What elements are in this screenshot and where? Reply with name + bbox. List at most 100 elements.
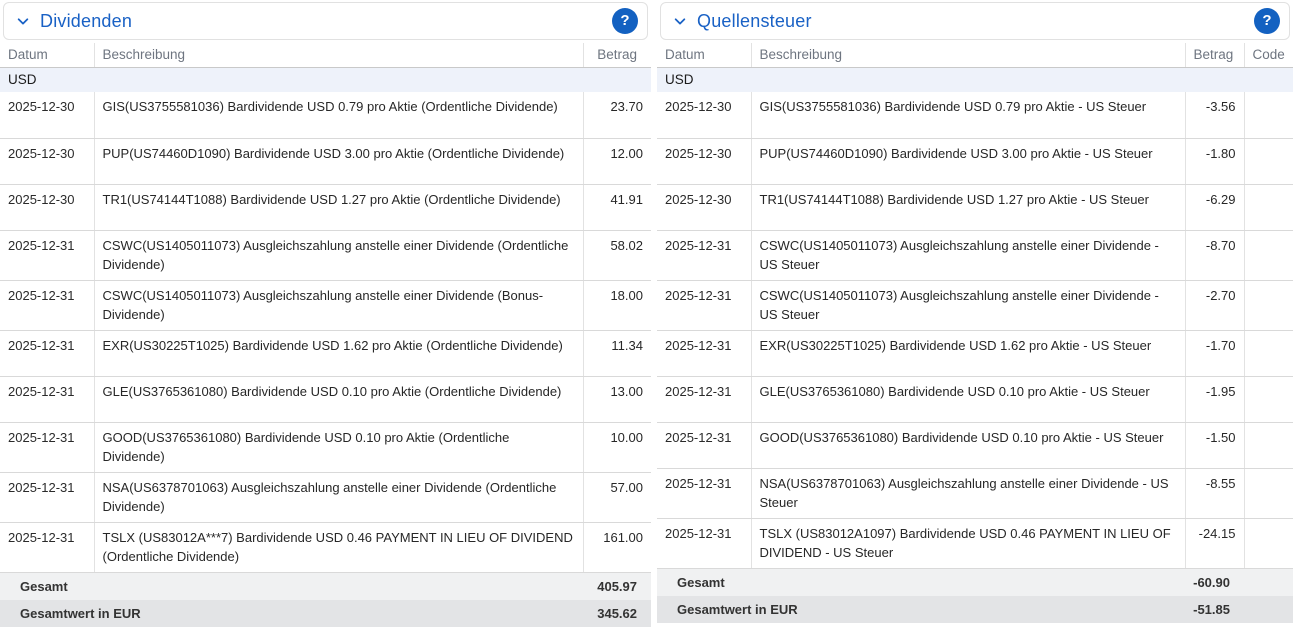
row-amount: -24.15 xyxy=(1185,518,1244,568)
column-header-datum: Datum xyxy=(0,43,94,68)
row-code xyxy=(1244,184,1293,230)
row-description: CSWC(US1405011073) Ausgleichszahlung ans… xyxy=(751,230,1185,280)
total-label: Gesamtwert in EUR xyxy=(0,600,583,627)
table-row: 2025-12-31CSWC(US1405011073) Ausgleichsz… xyxy=(0,280,651,330)
row-amount: 57.00 xyxy=(583,472,651,522)
row-date: 2025-12-31 xyxy=(0,280,94,330)
row-amount: -6.29 xyxy=(1185,184,1244,230)
column-header-beschreibung: Beschreibung xyxy=(751,43,1185,68)
row-date: 2025-12-31 xyxy=(657,518,751,568)
table-row: 2025-12-31GOOD(US3765361080) Bardividend… xyxy=(0,422,651,472)
currency-group-row: USD xyxy=(657,68,1293,93)
help-icon[interactable]: ? xyxy=(612,8,638,34)
row-description: CSWC(US1405011073) Ausgleichszahlung ans… xyxy=(94,230,583,280)
table-row: 2025-12-31TSLX (US83012A***7) Bardividen… xyxy=(0,522,651,572)
table-row: 2025-12-31GLE(US3765361080) Bardividende… xyxy=(0,376,651,422)
row-date: 2025-12-31 xyxy=(657,422,751,468)
withholding-tax-table-header: DatumBeschreibungBetragCode xyxy=(657,43,1293,68)
column-header-datum: Datum xyxy=(657,43,751,68)
row-date: 2025-12-30 xyxy=(0,138,94,184)
row-description: GLE(US3765361080) Bardividende USD 0.10 … xyxy=(94,376,583,422)
row-amount: -1.80 xyxy=(1185,138,1244,184)
table-row: 2025-12-31GLE(US3765361080) Bardividende… xyxy=(657,376,1293,422)
row-date: 2025-12-31 xyxy=(0,230,94,280)
grand-total-row: Gesamtwert in EUR-51.85 xyxy=(657,596,1293,623)
row-amount: 12.00 xyxy=(583,138,651,184)
row-description: CSWC(US1405011073) Ausgleichszahlung ans… xyxy=(751,280,1185,330)
row-code xyxy=(1244,280,1293,330)
help-icon[interactable]: ? xyxy=(1254,8,1280,34)
row-code xyxy=(1244,138,1293,184)
table-row: 2025-12-31CSWC(US1405011073) Ausgleichsz… xyxy=(657,280,1293,330)
row-amount: -1.95 xyxy=(1185,376,1244,422)
table-row: 2025-12-30TR1(US74144T1088) Bardividende… xyxy=(657,184,1293,230)
grand-total-row: Gesamtwert in EUR345.62 xyxy=(0,600,651,627)
total-code-empty xyxy=(1244,568,1293,596)
withholding-tax-panel: Quellensteuer ? DatumBeschreibungBetragC… xyxy=(657,0,1293,627)
row-description: CSWC(US1405011073) Ausgleichszahlung ans… xyxy=(94,280,583,330)
row-amount: -8.55 xyxy=(1185,468,1244,518)
table-row: 2025-12-31GOOD(US3765361080) Bardividend… xyxy=(657,422,1293,468)
row-date: 2025-12-31 xyxy=(657,376,751,422)
total-code-empty xyxy=(1244,596,1293,623)
row-amount: 18.00 xyxy=(583,280,651,330)
total-label: Gesamt xyxy=(657,568,1185,596)
row-date: 2025-12-31 xyxy=(0,330,94,376)
row-date: 2025-12-30 xyxy=(657,138,751,184)
row-code xyxy=(1244,230,1293,280)
currency-group-label: USD xyxy=(0,68,651,93)
row-description: GIS(US3755581036) Bardividende USD 0.79 … xyxy=(94,92,583,138)
column-header-code: Code xyxy=(1244,43,1293,68)
row-code xyxy=(1244,468,1293,518)
row-amount: -8.70 xyxy=(1185,230,1244,280)
table-row: 2025-12-31CSWC(US1405011073) Ausgleichsz… xyxy=(657,230,1293,280)
table-row: 2025-12-30TR1(US74144T1088) Bardividende… xyxy=(0,184,651,230)
row-date: 2025-12-31 xyxy=(657,230,751,280)
row-description: GIS(US3755581036) Bardividende USD 0.79 … xyxy=(751,92,1185,138)
row-amount: 10.00 xyxy=(583,422,651,472)
row-date: 2025-12-31 xyxy=(0,376,94,422)
row-description: NSA(US6378701063) Ausgleichszahlung anst… xyxy=(751,468,1185,518)
dividends-table-header: DatumBeschreibungBetrag xyxy=(0,43,651,68)
row-date: 2025-12-30 xyxy=(0,184,94,230)
total-amount: -51.85 xyxy=(1185,596,1244,623)
table-row: 2025-12-30PUP(US74460D1090) Bardividende… xyxy=(0,138,651,184)
table-row: 2025-12-31EXR(US30225T1025) Bardividende… xyxy=(0,330,651,376)
row-amount: -1.70 xyxy=(1185,330,1244,376)
table-row: 2025-12-31TSLX (US83012A1097) Bardividen… xyxy=(657,518,1293,568)
chevron-down-icon xyxy=(672,13,688,29)
row-date: 2025-12-31 xyxy=(0,472,94,522)
total-label: Gesamt xyxy=(0,572,583,600)
withholding-tax-section-header[interactable]: Quellensteuer ? xyxy=(660,2,1290,40)
column-header-beschreibung: Beschreibung xyxy=(94,43,583,68)
statement-page: Dividenden ? DatumBeschreibungBetrag USD… xyxy=(0,0,1293,627)
row-code xyxy=(1244,518,1293,568)
table-row: 2025-12-30GIS(US3755581036) Bardividende… xyxy=(0,92,651,138)
currency-group-label: USD xyxy=(657,68,1293,93)
dividends-section-header[interactable]: Dividenden ? xyxy=(3,2,648,40)
section-title-withholding-tax: Quellensteuer xyxy=(697,11,812,32)
dividends-table: DatumBeschreibungBetrag USD2025-12-30GIS… xyxy=(0,43,651,627)
row-description: EXR(US30225T1025) Bardividende USD 1.62 … xyxy=(751,330,1185,376)
table-row: 2025-12-30GIS(US3755581036) Bardividende… xyxy=(657,92,1293,138)
row-amount: 13.00 xyxy=(583,376,651,422)
total-amount: -60.90 xyxy=(1185,568,1244,596)
currency-group-row: USD xyxy=(0,68,651,93)
row-amount: 161.00 xyxy=(583,522,651,572)
total-row: Gesamt405.97 xyxy=(0,572,651,600)
row-date: 2025-12-31 xyxy=(657,280,751,330)
row-date: 2025-12-31 xyxy=(0,522,94,572)
row-amount: -1.50 xyxy=(1185,422,1244,468)
row-date: 2025-12-31 xyxy=(657,330,751,376)
row-description: TR1(US74144T1088) Bardividende USD 1.27 … xyxy=(94,184,583,230)
table-row: 2025-12-30PUP(US74460D1090) Bardividende… xyxy=(657,138,1293,184)
row-code xyxy=(1244,92,1293,138)
table-row: 2025-12-31EXR(US30225T1025) Bardividende… xyxy=(657,330,1293,376)
row-code xyxy=(1244,376,1293,422)
row-code xyxy=(1244,422,1293,468)
row-description: TSLX (US83012A***7) Bardividende USD 0.4… xyxy=(94,522,583,572)
row-date: 2025-12-30 xyxy=(657,184,751,230)
total-label: Gesamtwert in EUR xyxy=(657,596,1185,623)
row-description: GLE(US3765361080) Bardividende USD 0.10 … xyxy=(751,376,1185,422)
total-amount: 345.62 xyxy=(583,600,651,627)
